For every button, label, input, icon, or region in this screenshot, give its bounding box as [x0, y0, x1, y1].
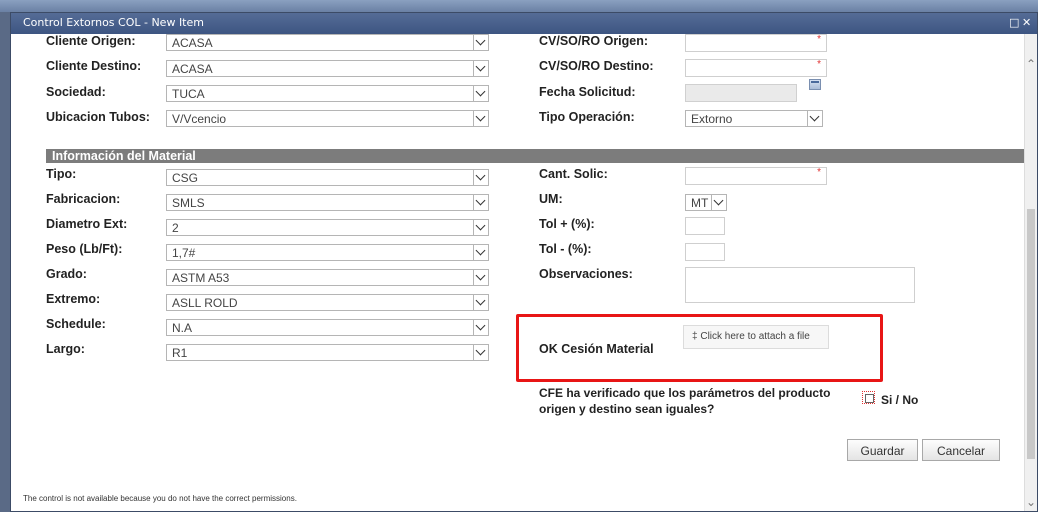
required-marker: *	[817, 59, 821, 70]
si-no-checkbox[interactable]	[862, 391, 875, 404]
dialog-title: Control Extornos COL - New Item	[23, 16, 204, 29]
required-marker: *	[817, 34, 821, 45]
cfe-question-line1: CFE ha verificado que los parámetros del…	[539, 386, 831, 400]
background-strip	[0, 0, 1038, 12]
vertical-scrollbar[interactable]: ⌃ ⌄	[1024, 34, 1037, 511]
grado-select[interactable]: ASTM A53	[166, 269, 489, 286]
maximize-icon[interactable]: □	[1009, 16, 1019, 29]
fecha-solicitud-input	[685, 84, 797, 102]
schedule-label: Schedule:	[46, 317, 106, 331]
diametro-ext-select[interactable]: 2	[166, 219, 489, 236]
section-header: Información del Material	[46, 149, 1025, 163]
tipo-operacion-label: Tipo Operación:	[539, 110, 635, 124]
peso-label: Peso (Lb/Ft):	[46, 242, 123, 256]
chevron-down-icon[interactable]	[807, 111, 822, 126]
chevron-down-icon[interactable]	[473, 320, 488, 335]
cliente-destino-select[interactable]: ACASA	[166, 60, 489, 77]
sociedad-label: Sociedad:	[46, 85, 106, 99]
cant-solic-label: Cant. Solic:	[539, 167, 608, 181]
cliente-origen-label: Cliente Origen:	[46, 34, 136, 48]
chevron-down-icon[interactable]	[473, 345, 488, 360]
scrollbar-thumb[interactable]	[1027, 209, 1035, 459]
um-label: UM:	[539, 192, 563, 206]
guardar-button[interactable]: Guardar	[847, 439, 918, 461]
ubicacion-tubos-label: Ubicacion Tubos:	[46, 110, 150, 124]
tol-minus-label: Tol - (%):	[539, 242, 592, 256]
fabricacion-select[interactable]: SMLS	[166, 194, 489, 211]
si-no-label: Si / No	[881, 393, 919, 407]
chevron-down-icon[interactable]	[473, 295, 488, 310]
fecha-solicitud-label: Fecha Solicitud:	[539, 85, 636, 99]
chevron-down-icon[interactable]	[473, 35, 488, 50]
chevron-down-icon[interactable]	[473, 111, 488, 126]
schedule-select[interactable]: N.A	[166, 319, 489, 336]
form-content: Cliente Origen: ACASA Cliente Destino: A…	[11, 34, 1025, 511]
tipo-select[interactable]: CSG	[166, 169, 489, 186]
cfe-question-line2: origen y destino sean iguales?	[539, 402, 715, 416]
cliente-destino-label: Cliente Destino:	[46, 59, 142, 73]
calendar-icon[interactable]	[809, 79, 821, 90]
chevron-down-icon[interactable]	[473, 245, 488, 260]
sociedad-select[interactable]: TUCA	[166, 85, 489, 102]
peso-select[interactable]: 1,7#	[166, 244, 489, 261]
chevron-down-icon[interactable]	[473, 270, 488, 285]
cvso-destino-label: CV/SO/RO Destino:	[539, 59, 654, 73]
scroll-down-icon[interactable]: ⌄	[1026, 496, 1036, 508]
tipo-operacion-select[interactable]: Extorno	[685, 110, 823, 127]
observaciones-label: Observaciones:	[539, 267, 633, 281]
required-marker: *	[817, 167, 821, 178]
chevron-down-icon[interactable]	[473, 86, 488, 101]
tol-plus-label: Tol + (%):	[539, 217, 595, 231]
largo-select[interactable]: R1	[166, 344, 489, 361]
tipo-label: Tipo:	[46, 167, 77, 181]
cvso-origen-label: CV/SO/RO Origen:	[539, 34, 649, 48]
tol-plus-input[interactable]	[685, 217, 725, 235]
close-icon[interactable]: ✕	[1022, 16, 1031, 29]
ubicacion-tubos-select[interactable]: V/Vcencio	[166, 110, 489, 127]
cvso-origen-input[interactable]: *	[685, 34, 827, 52]
chevron-down-icon[interactable]	[711, 195, 726, 210]
grado-label: Grado:	[46, 267, 87, 281]
scroll-up-icon[interactable]: ⌃	[1026, 58, 1036, 70]
chevron-down-icon[interactable]	[473, 61, 488, 76]
dialog-titlebar: Control Extornos COL - New Item □ ✕	[11, 13, 1037, 34]
new-item-dialog: Control Extornos COL - New Item □ ✕ Clie…	[10, 12, 1038, 512]
diametro-ext-label: Diametro Ext:	[46, 217, 128, 231]
chevron-down-icon[interactable]	[473, 170, 488, 185]
largo-label: Largo:	[46, 342, 85, 356]
chevron-down-icon[interactable]	[473, 220, 488, 235]
cvso-destino-input[interactable]: *	[685, 59, 827, 77]
cliente-origen-select[interactable]: ACASA	[166, 34, 489, 51]
fabricacion-label: Fabricacion:	[46, 192, 121, 206]
highlight-box	[516, 314, 883, 382]
extremo-select[interactable]: ASLL ROLD	[166, 294, 489, 311]
cancelar-button[interactable]: Cancelar	[922, 439, 1000, 461]
um-select[interactable]: MT	[685, 194, 727, 211]
cant-solic-input[interactable]: *	[685, 167, 827, 185]
chevron-down-icon[interactable]	[473, 195, 488, 210]
observaciones-textarea[interactable]	[685, 267, 915, 303]
permission-message: The control is not available because you…	[23, 494, 297, 503]
extremo-label: Extremo:	[46, 292, 101, 306]
tol-minus-input[interactable]	[685, 243, 725, 261]
